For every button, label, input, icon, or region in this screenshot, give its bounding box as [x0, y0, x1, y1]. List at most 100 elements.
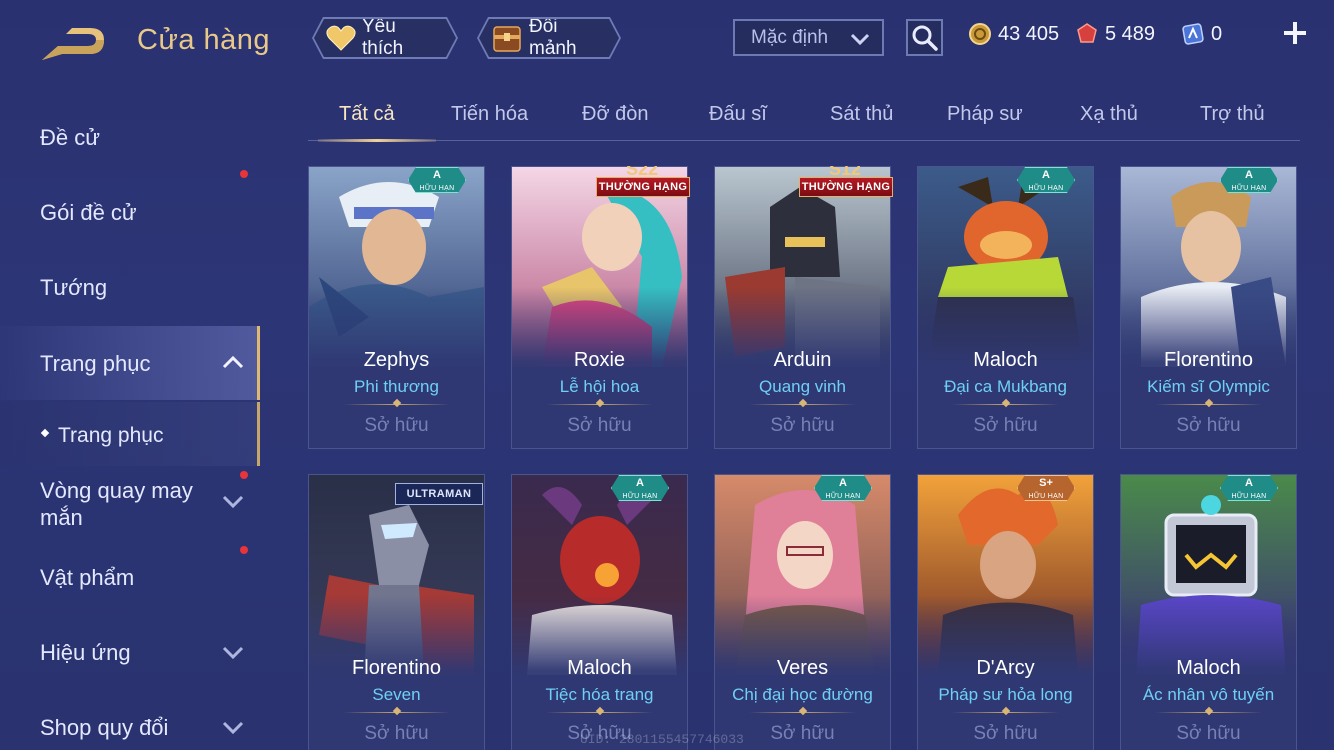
treasure-chest-icon — [491, 23, 523, 53]
plus-icon — [1284, 22, 1306, 44]
skin-card[interactable]: A HỮU HẠN Zephys Phi thương Sở hữu — [308, 166, 485, 449]
skin-card[interactable]: A HỮU HẠN Maloch Tiệc hóa trang Sở hữu — [511, 474, 688, 750]
sidebar-item-items[interactable]: Vật phẩm — [0, 546, 260, 606]
sidebar-item-heroes[interactable]: Tướng — [0, 260, 260, 316]
tab-tank[interactable]: Đỡ đòn — [582, 103, 648, 126]
diamond-icon — [1204, 398, 1214, 408]
tab-evolution[interactable]: Tiến hóa — [451, 103, 528, 126]
sidebar-item-label: Vòng quay may mắn — [40, 478, 193, 530]
sidebar-item-skins[interactable]: Trang phục — [0, 326, 260, 400]
grade-badge: A HỮU HẠN — [1220, 167, 1278, 193]
tab-support[interactable]: Trợ thủ — [1200, 103, 1265, 126]
voucher-amount: 5 489 — [1105, 22, 1156, 45]
sidebar-item-label: Tướng — [40, 275, 108, 300]
back-button[interactable] — [38, 22, 110, 64]
hero-name: Maloch — [973, 349, 1038, 371]
gold-currency: 43 405 — [968, 22, 1059, 46]
diamond-icon — [798, 706, 808, 716]
skin-card[interactable]: S22 THƯỜNG HẠNG Roxie Lễ hội hoa Sở hữu — [511, 166, 690, 449]
sort-select[interactable]: Mặc định — [733, 19, 884, 56]
ownership-status: Sở hữu — [1176, 723, 1241, 744]
ownership-status: Sở hữu — [1176, 415, 1241, 436]
sidebar-item-label: Đề cử — [40, 125, 100, 150]
hero-name: Maloch — [1176, 657, 1241, 679]
ownership-status: Sở hữu — [973, 415, 1038, 436]
ownership-status: Sở hữu — [364, 415, 429, 436]
hero-name: Florentino — [1164, 349, 1253, 371]
ownership-status: Sở hữu — [770, 415, 835, 436]
chevron-up-icon — [222, 355, 244, 374]
notification-dot — [240, 170, 248, 178]
sidebar-item-label: Hiệu ứng — [40, 640, 131, 665]
ticket-amount: 0 — [1211, 22, 1223, 45]
skin-card[interactable]: S12 THƯỜNG HẠNG Arduin Quang vinh Sở hữu — [714, 166, 893, 449]
search-button[interactable] — [906, 19, 943, 56]
sidebar-item-recommended[interactable]: Đề cử — [0, 110, 260, 166]
skin-name: Chị đại học đường — [732, 685, 873, 704]
back-arrow-icon — [42, 28, 104, 60]
ticket-icon — [1181, 22, 1205, 46]
skin-card[interactable]: A HỮU HẠN Veres Chị đại học đường Sở hữu — [714, 474, 891, 750]
diamond-icon — [1001, 706, 1011, 716]
bullet-icon — [40, 428, 50, 438]
diamond-icon — [392, 398, 402, 408]
skin-name: Pháp sư hỏa long — [938, 685, 1073, 704]
skin-name: Ác nhân vô tuyến — [1142, 685, 1275, 704]
skin-card[interactable]: ULTRAMAN Florentino Seven Sở hữu — [308, 474, 485, 750]
hero-name: Florentino — [352, 657, 441, 679]
skin-card[interactable]: A HỮU HẠN Maloch Ác nhân vô tuyến Sở hữu — [1120, 474, 1297, 750]
sidebar-item-recommended-bundles[interactable]: Gói đề cử — [0, 170, 260, 241]
sidebar-item-effects[interactable]: Hiệu ứng — [0, 625, 260, 681]
hero-name: Arduin — [773, 349, 832, 371]
ownership-status: Sở hữu — [973, 723, 1038, 744]
diamond-icon — [595, 706, 605, 716]
chevron-down-icon — [222, 645, 244, 664]
tab-all[interactable]: Tất cả — [339, 103, 395, 126]
chevron-down-icon — [222, 720, 244, 739]
tab-mage[interactable]: Pháp sư — [947, 103, 1023, 126]
skin-grid: A HỮU HẠN Zephys Phi thương Sở hữu S22 TH… — [308, 166, 1298, 750]
ownership-status: Sở hữu — [364, 723, 429, 744]
tab-fighter[interactable]: Đấu sĩ — [709, 103, 767, 126]
skin-name: Đại ca Mukbang — [944, 377, 1067, 396]
tab-assassin[interactable]: Sát thủ — [830, 103, 893, 126]
sidebar-item-label: Trang phục — [58, 424, 164, 447]
page-title: Cửa hàng — [137, 24, 271, 56]
ownership-status: Sở hữu — [567, 415, 632, 436]
top-bar: Cửa hàng Yêu thích Đổi mảnh Mặc định 43 … — [0, 0, 1334, 80]
category-tabs: Tất cả Tiến hóa Đỡ đòn Đấu sĩ Sát thủ Ph… — [308, 95, 1300, 142]
voucher-currency: 5 489 — [1075, 22, 1155, 46]
sidebar-item-label: Trang phục — [40, 351, 151, 376]
gold-coin-icon — [968, 22, 992, 46]
hero-name: Veres — [776, 657, 829, 679]
sidebar-item-exchange-shop[interactable]: Shop quy đổi — [0, 700, 260, 750]
sidebar-item-lucky-spin[interactable]: Vòng quay may mắn — [0, 471, 260, 536]
skin-name: Seven — [372, 685, 421, 704]
skin-card[interactable]: A HỮU HẠN Maloch Đại ca Mukbang Sở hữu — [917, 166, 1094, 449]
favorites-button[interactable]: Yêu thích — [314, 19, 456, 57]
sidebar-item-label: Vật phẩm — [40, 565, 135, 590]
exchange-label: Đổi mảnh — [529, 16, 577, 59]
search-icon — [912, 25, 938, 51]
sidebar-subitem-skins[interactable]: Trang phục — [0, 402, 260, 466]
sort-select-value: Mặc định — [751, 26, 829, 48]
hero-name: Maloch — [567, 657, 632, 679]
grade-badge: S+ HỮU HẠN — [1017, 475, 1075, 501]
skin-card[interactable]: A HỮU HẠN Florentino Kiếm sĩ Olympic Sở h… — [1120, 166, 1297, 449]
chevron-down-icon — [222, 494, 244, 513]
hero-name: Roxie — [573, 349, 626, 371]
active-tab-indicator — [318, 139, 436, 142]
diamond-icon — [798, 398, 808, 408]
favorites-label: Yêu thích — [362, 16, 404, 59]
diamond-icon — [1001, 398, 1011, 408]
grade-badge: A HỮU HẠN — [611, 475, 669, 501]
diamond-icon — [392, 706, 402, 716]
heart-icon — [326, 25, 356, 51]
skin-card[interactable]: S+ HỮU HẠN D'Arcy Pháp sư hỏa long Sở hữu — [917, 474, 1094, 750]
tab-marksman[interactable]: Xạ thủ — [1080, 103, 1138, 126]
add-currency-button[interactable] — [1280, 20, 1310, 50]
skin-name: Tiệc hóa trang — [545, 685, 654, 704]
diamond-icon — [595, 398, 605, 408]
grade-badge: A HỮU HẠN — [1220, 475, 1278, 501]
exchange-button[interactable]: Đổi mảnh — [479, 19, 619, 57]
